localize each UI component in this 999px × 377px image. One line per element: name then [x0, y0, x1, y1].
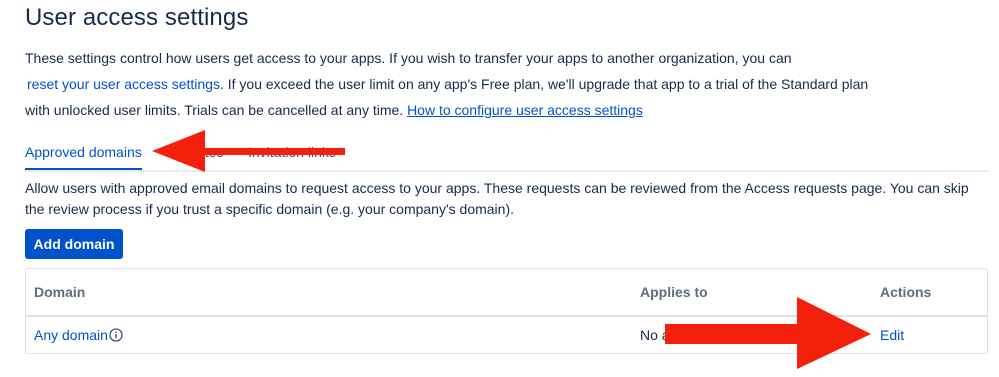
approved-domains-description: Allow users with approved email domains … — [25, 180, 969, 217]
user-access-settings-page: User access settings These settings cont… — [0, 0, 999, 377]
add-domain-button[interactable]: Add domain — [25, 229, 123, 259]
edit-link[interactable]: Edit — [880, 327, 904, 343]
intro-line-2-text: . If you exceed the user limit on any ap… — [219, 76, 869, 92]
domains-table: Domain Applies to Actions Any domain No … — [25, 268, 988, 354]
info-icon[interactable] — [109, 328, 123, 345]
column-header-applies-to: Applies to — [640, 284, 708, 300]
domain-cell: Any domain — [34, 327, 123, 345]
tab-invites[interactable]: Invites — [183, 144, 223, 160]
column-header-actions: Actions — [880, 284, 932, 300]
tab-invitation-links[interactable]: Invitation links — [248, 144, 336, 160]
intro-line-2: reset your user access settings. If you … — [25, 71, 985, 97]
column-header-domain: Domain — [34, 284, 86, 300]
domain-link[interactable]: Any domain — [34, 327, 108, 343]
how-to-configure-link[interactable]: How to configure user access settings — [407, 102, 643, 118]
tab-bar: Approved domains Invites Invitation link… — [25, 138, 989, 172]
tab-approved-domains[interactable]: Approved domains — [25, 144, 142, 170]
intro-line-1: These settings control how users get acc… — [25, 50, 792, 66]
intro-line-3: with unlocked user limits. Trials can be… — [25, 97, 985, 123]
table-header-row: Domain Applies to Actions — [26, 269, 987, 317]
intro-line-3-text: with unlocked user limits. Trials can be… — [25, 102, 404, 118]
applies-to-cell: No apps — [640, 327, 693, 343]
edit-action-link[interactable]: Edit — [880, 327, 904, 343]
intro-paragraph: These settings control how users get acc… — [25, 45, 985, 123]
reset-access-settings-link[interactable]: reset your user access settings — [25, 76, 220, 92]
page-title: User access settings — [25, 4, 249, 31]
table-row: Any domain No apps Edit — [26, 317, 987, 353]
